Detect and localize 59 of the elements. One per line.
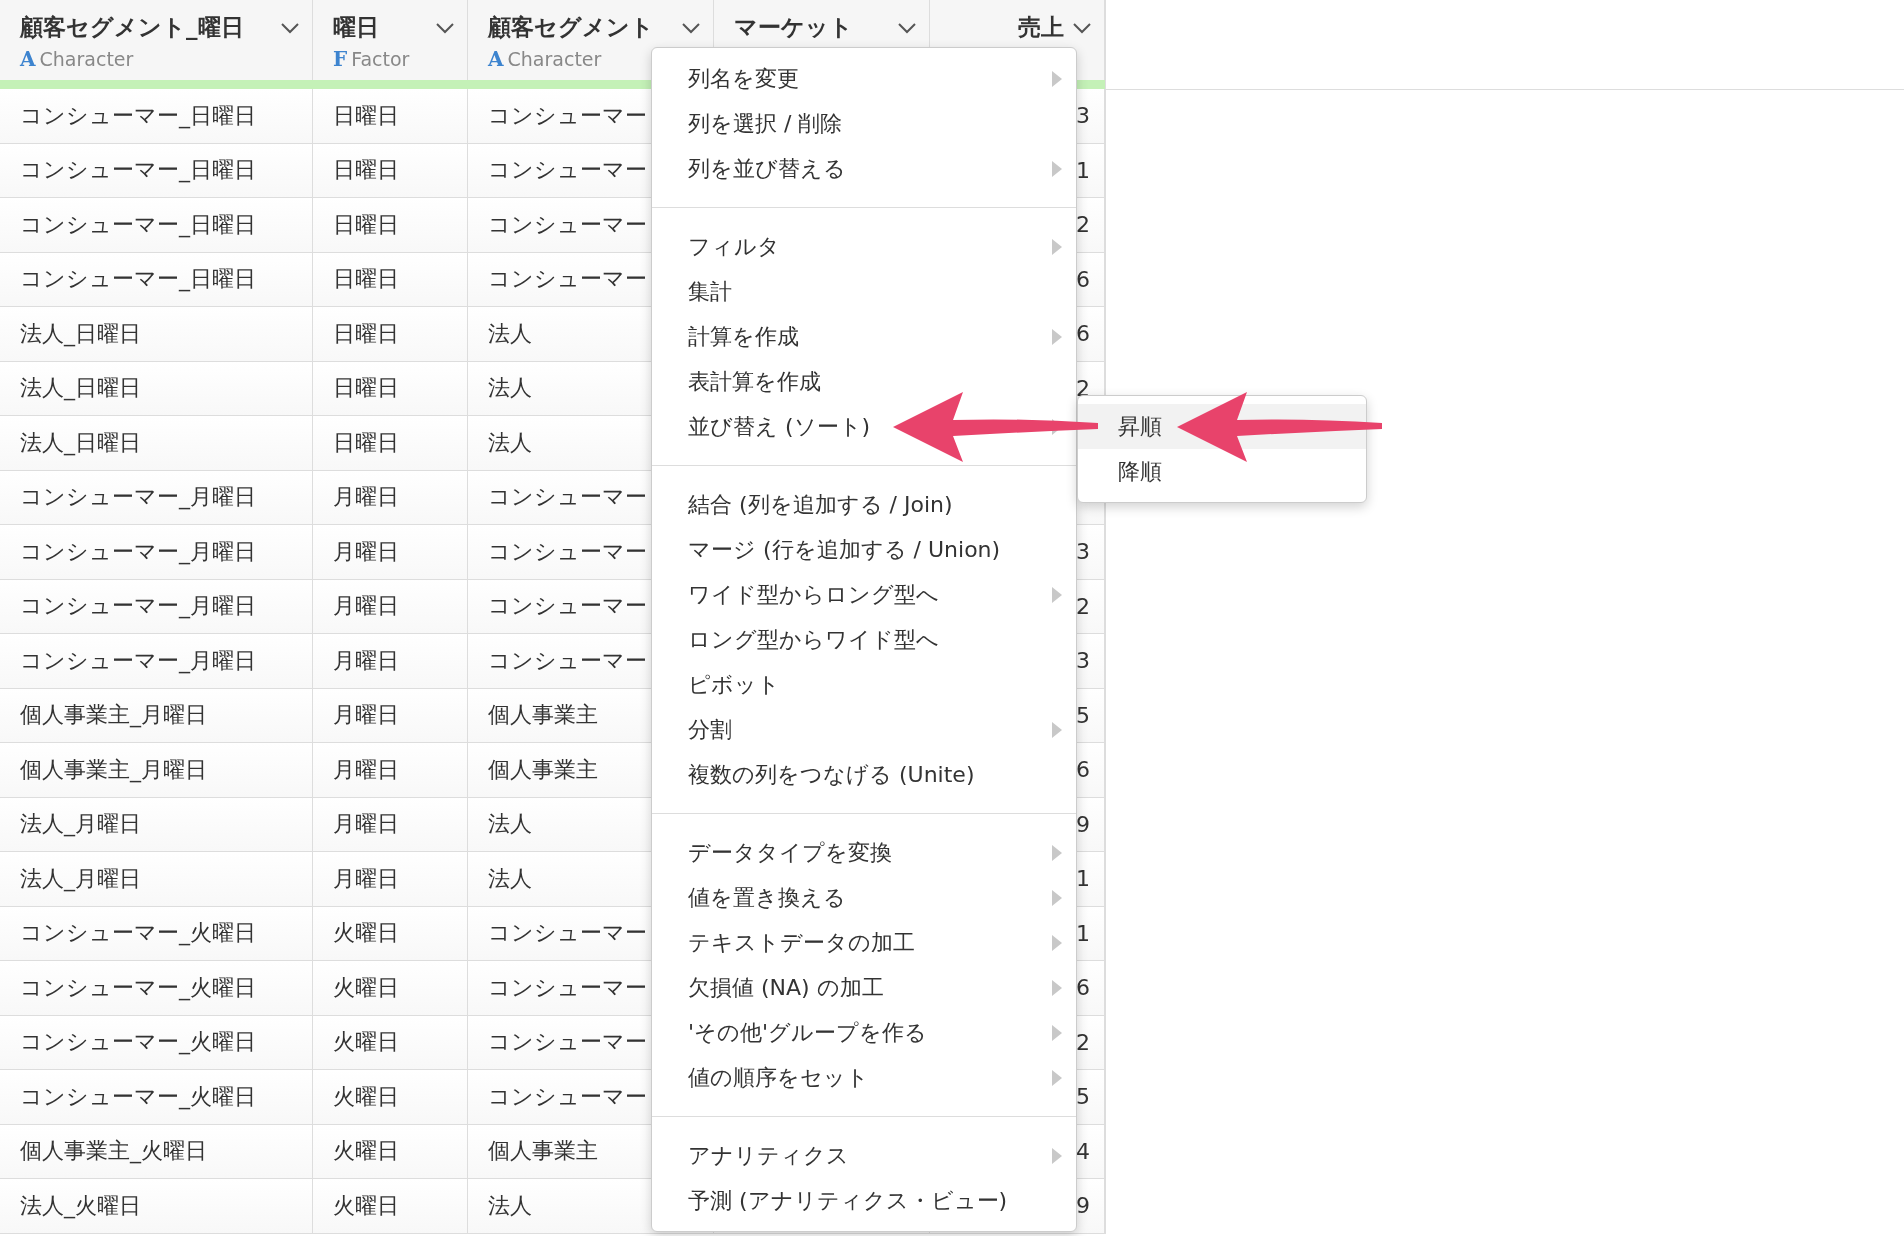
table-cell: コンシューマー_火曜日 xyxy=(0,906,313,960)
type-letter: A xyxy=(488,47,504,71)
table-cell: 日曜日 xyxy=(313,307,468,361)
column-type: Factor xyxy=(351,48,410,70)
table-cell: 火曜日 xyxy=(313,1179,468,1233)
column-title: 曜日 xyxy=(333,13,379,42)
table-cell: コンシューマー_火曜日 xyxy=(0,1070,313,1124)
table-cell: 個人事業主_月曜日 xyxy=(0,688,313,742)
table-cell: コンシューマー_火曜日 xyxy=(0,1015,313,1069)
table-cell: コンシューマー_日曜日 xyxy=(0,252,313,306)
table-cell: 火曜日 xyxy=(313,1015,468,1069)
table-cell: 日曜日 xyxy=(313,361,468,415)
column-type: Character xyxy=(39,48,134,70)
chevron-down-icon[interactable] xyxy=(435,21,455,34)
table-cell: 法人_日曜日 xyxy=(0,361,313,415)
table-cell: コンシューマー_日曜日 xyxy=(0,143,313,197)
table-cell: 日曜日 xyxy=(313,416,468,470)
table-cell: 法人_火曜日 xyxy=(0,1179,313,1233)
table-cell: 月曜日 xyxy=(313,470,468,524)
table-cell: 火曜日 xyxy=(313,906,468,960)
chevron-down-icon[interactable] xyxy=(897,21,917,34)
column-type: Character xyxy=(507,48,602,70)
type-letter: F xyxy=(333,47,348,71)
table-cell: 月曜日 xyxy=(313,688,468,742)
table-cell: コンシューマー_日曜日 xyxy=(0,89,313,143)
table-cell: 火曜日 xyxy=(313,961,468,1015)
table-cell: 法人_月曜日 xyxy=(0,852,313,906)
table-cell: 日曜日 xyxy=(313,252,468,306)
table-cell: 日曜日 xyxy=(313,143,468,197)
table-cell: 法人_月曜日 xyxy=(0,797,313,851)
table-cell: 月曜日 xyxy=(313,525,468,579)
table-cell: コンシューマー_火曜日 xyxy=(0,961,313,1015)
table-cell: コンシューマー_月曜日 xyxy=(0,525,313,579)
table-cell: 法人_日曜日 xyxy=(0,307,313,361)
table-cell: コンシューマー_月曜日 xyxy=(0,634,313,688)
table-cell: 火曜日 xyxy=(313,1124,468,1178)
table-cell: 個人事業主_月曜日 xyxy=(0,743,313,797)
chevron-down-icon[interactable] xyxy=(1072,21,1092,34)
table-cell: 月曜日 xyxy=(313,852,468,906)
chevron-down-icon[interactable] xyxy=(681,21,701,34)
menu-item[interactable]: 降順 xyxy=(1078,449,1366,494)
table-cell: 個人事業主_火曜日 xyxy=(0,1124,313,1178)
column-title: 顧客セグメント xyxy=(488,13,654,42)
column-title: マーケット xyxy=(734,13,853,42)
table-cell: コンシューマー_月曜日 xyxy=(0,579,313,633)
table-cell: 月曜日 xyxy=(313,579,468,633)
table-cell: 月曜日 xyxy=(313,797,468,851)
table-cell: 日曜日 xyxy=(313,89,468,143)
table-cell: コンシューマー_日曜日 xyxy=(0,198,313,252)
chevron-down-icon[interactable] xyxy=(280,21,300,34)
table-cell: 法人_日曜日 xyxy=(0,416,313,470)
column-title: 売上 xyxy=(1018,13,1064,42)
table-cell: 日曜日 xyxy=(313,198,468,252)
table-cell: 月曜日 xyxy=(313,634,468,688)
type-letter: A xyxy=(20,47,36,71)
column-title: 顧客セグメント_曜日 xyxy=(20,13,244,42)
table-cell: コンシューマー_月曜日 xyxy=(0,470,313,524)
table-cell: 月曜日 xyxy=(313,743,468,797)
table-cell: 火曜日 xyxy=(313,1070,468,1124)
